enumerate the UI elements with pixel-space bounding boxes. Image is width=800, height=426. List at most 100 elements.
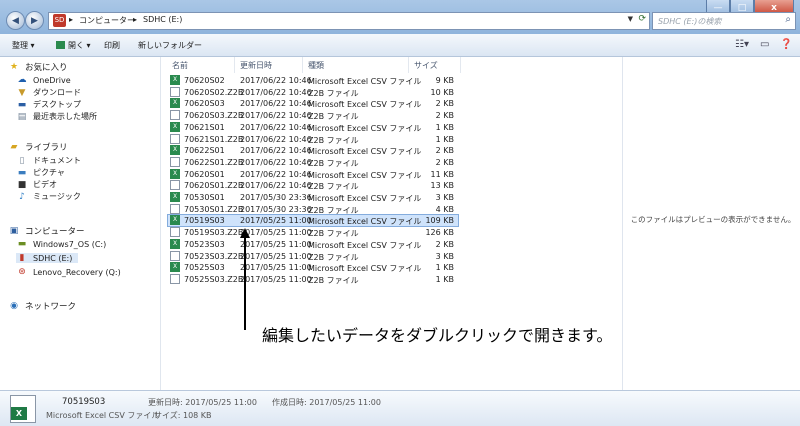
excel-csv-file-icon: X: [170, 192, 180, 202]
file-row[interactable]: X 70519S03 2017/05/25 11:00 Microsoft Excel…: [167, 214, 459, 228]
file-size: 1 KB: [435, 274, 454, 284]
file-date: 2017/06/22 10:46: [240, 134, 312, 144]
open-button[interactable]: 開く ▾: [56, 40, 91, 51]
column-divider[interactable]: [460, 57, 461, 73]
file-date: 2017/05/30 23:36: [240, 193, 312, 202]
column-header-date[interactable]: 更新日時: [240, 60, 272, 71]
column-divider[interactable]: [302, 57, 303, 73]
file-row[interactable]: X 70622S01 2017/06/22 10:46 Microsoft Excel…: [168, 145, 458, 156]
file-name: 70621S01: [184, 122, 225, 132]
excel-csv-file-icon: X: [170, 215, 180, 226]
sidebar-item-documents[interactable]: ▯ ドキュメント: [16, 155, 81, 166]
file-row[interactable]: 70620S01.Z2B 2017/06/22 10:46 Z2B ファイル 13 K…: [168, 180, 458, 191]
sidebar-item-drive-q[interactable]: ⊛ Lenovo_Recovery (Q:): [16, 267, 120, 277]
sidebar-item-pictures[interactable]: ▬ ピクチャ: [16, 167, 65, 178]
forward-button[interactable]: ▶: [25, 11, 44, 30]
sidebar-computer[interactable]: ▣ コンピューター: [8, 225, 85, 237]
sidebar-favorites[interactable]: ★ お気に入り: [8, 61, 68, 73]
navigation-pane: ★ お気に入り ☁ OneDrive ▼ ダウンロード ▬ デスクトップ ▤ 最近表示した…: [0, 57, 161, 390]
open-label: 開く ▾: [68, 41, 91, 50]
file-row[interactable]: 70620S02.Z2B 2017/06/22 10:46 Z2B ファイル 10 K…: [168, 86, 458, 98]
file-row[interactable]: X 70620S02 2017/06/22 10:46 Microsoft Excel…: [168, 75, 458, 86]
sidebar-item-desktop[interactable]: ▬ デスクトップ: [16, 99, 81, 110]
sidebar-item-label: 最近表示した場所: [33, 112, 97, 121]
address-bar[interactable]: SD ▸ コンピューター ▸ SDHC (E:) ▼ ⟳: [48, 12, 650, 30]
file-type: Z2B ファイル: [308, 88, 359, 98]
file-date: 2017/06/22 10:46: [240, 76, 312, 85]
sd-card-icon: ▮: [19, 253, 25, 263]
sidebar-item-videos[interactable]: ■ ビデオ: [16, 179, 57, 190]
details-pane: X 70519S03 Microsoft Excel CSV ファイル 更新日時…: [0, 390, 800, 426]
file-name: 70525S03: [184, 263, 225, 273]
file-row[interactable]: 70519S03.Z2B 2017/05/25 11:00 Z2B ファイル 126 …: [168, 227, 458, 238]
file-type: Z2B ファイル: [308, 275, 359, 285]
file-name: 70620S01: [184, 169, 225, 179]
sidebar-item-label: ダウンロード: [33, 88, 81, 97]
video-icon: ■: [17, 179, 27, 190]
network-icon: ◉: [10, 301, 18, 311]
sidebar-network[interactable]: ◉ ネットワーク: [8, 300, 76, 312]
file-row[interactable]: X 70620S01 2017/06/22 10:46 Microsoft Excel…: [168, 168, 458, 180]
help-icon[interactable]: ❓: [780, 39, 792, 50]
sidebar-item-drive-c[interactable]: ▬ Windows7_OS (C:): [16, 239, 107, 249]
excel-csv-file-icon: X: [170, 98, 180, 109]
refresh-icon[interactable]: ⟳: [638, 14, 646, 24]
sidebar-item-downloads[interactable]: ▼ ダウンロード: [16, 87, 81, 98]
sidebar-item-label: デスクトップ: [33, 100, 81, 109]
view-options-icon[interactable]: ☷▾: [735, 39, 749, 50]
file-row[interactable]: 70525S03.Z2B 2017/05/25 11:00 Z2B ファイル 1 KB: [168, 273, 458, 285]
file-name: 70523S03.Z2B: [184, 251, 244, 261]
sidebar-item-drive-e[interactable]: ▮ SDHC (E:): [16, 253, 79, 263]
file-row[interactable]: 70621S01.Z2B 2017/06/22 10:46 Z2B ファイル 1 KB: [168, 133, 458, 145]
file-date: 2017/06/22 10:46: [240, 111, 312, 121]
preview-pane-icon[interactable]: ▭: [760, 39, 769, 50]
new-folder-button[interactable]: 新しいフォルダー: [138, 40, 202, 51]
file-row[interactable]: 70523S03.Z2B 2017/05/25 11:00 Z2B ファイル 3 KB: [168, 250, 458, 262]
print-button[interactable]: 印刷: [104, 40, 120, 51]
column-divider[interactable]: [234, 57, 235, 73]
file-name: 70621S01.Z2B: [184, 134, 244, 144]
search-icon[interactable]: ⌕: [785, 14, 791, 25]
file-type: Microsoft Excel CSV ファイル: [308, 194, 422, 203]
file-icon: [170, 156, 180, 167]
file-name: 70519S03: [184, 216, 225, 226]
breadcrumb-separator: ▸: [133, 15, 138, 24]
file-name: 70620S03.Z2B: [184, 111, 244, 121]
file-row[interactable]: 70530S01.Z2B 2017/05/30 23:36 Z2B ファイル 4 KB: [168, 203, 458, 215]
sidebar-item-music[interactable]: ♪ ミュージック: [16, 191, 81, 202]
file-row[interactable]: X 70523S03 2017/05/25 11:00 Microsoft Excel…: [168, 238, 458, 250]
star-icon: ★: [9, 62, 19, 72]
file-size: 3 KB: [435, 251, 454, 261]
file-type: Microsoft Excel CSV ファイル: [308, 170, 422, 180]
search-box[interactable]: SDHC (E:)の検索 ⌕: [652, 12, 796, 30]
search-input[interactable]: SDHC (E:)の検索: [658, 16, 721, 27]
file-row[interactable]: X 70525S03 2017/05/25 11:00 Microsoft Excel…: [168, 262, 458, 273]
sidebar-item-label: Windows7_OS (C:): [33, 239, 107, 249]
title-bar: — □ x ◀ ▶ SD ▸ コンピューター ▸ SDHC (E:) ▼ ⟳ S…: [0, 0, 800, 34]
breadcrumb-computer[interactable]: コンピューター: [79, 15, 135, 26]
column-divider[interactable]: [408, 57, 409, 73]
file-row[interactable]: X 70620S03 2017/06/22 10:46 Microsoft Excel…: [168, 98, 458, 109]
chevron-down-icon[interactable]: ▼: [628, 15, 633, 23]
file-row[interactable]: 70622S01.Z2B 2017/06/22 10:46 Z2B ファイル 2 KB: [168, 156, 458, 168]
sidebar-item-recent[interactable]: ▤ 最近表示した場所: [16, 111, 97, 122]
document-icon: ▯: [19, 155, 25, 166]
organize-button[interactable]: 整理 ▾: [12, 40, 35, 51]
desktop-icon: ▬: [17, 99, 27, 110]
sidebar-item-onedrive[interactable]: ☁ OneDrive: [16, 75, 71, 85]
sidebar-libraries[interactable]: ▰ ライブラリ: [8, 141, 68, 153]
excel-csv-file-icon: X: [170, 262, 180, 273]
details-size: サイズ: 108 KB: [154, 411, 212, 420]
file-row[interactable]: 70620S03.Z2B 2017/06/22 10:46 Z2B ファイル 2 KB: [168, 110, 458, 121]
file-name: 70530S01: [184, 193, 225, 202]
file-name: 70620S03: [184, 99, 225, 109]
column-header-name[interactable]: 名前: [172, 60, 188, 71]
column-header-size[interactable]: サイズ: [414, 60, 438, 71]
back-button[interactable]: ◀: [6, 11, 25, 30]
file-row[interactable]: X 70621S01 2017/06/22 10:46 Microsoft Excel…: [168, 121, 458, 133]
breadcrumb-sdhc[interactable]: SDHC (E:): [143, 15, 182, 24]
file-row[interactable]: X 70530S01 2017/05/30 23:36 Microsoft Excel…: [168, 192, 458, 203]
excel-icon: [56, 41, 65, 49]
command-bar: 整理 ▾ 開く ▾ 印刷 新しいフォルダー ☷▾ ▭ ❓: [0, 34, 800, 57]
column-header-type[interactable]: 種類: [308, 60, 324, 71]
